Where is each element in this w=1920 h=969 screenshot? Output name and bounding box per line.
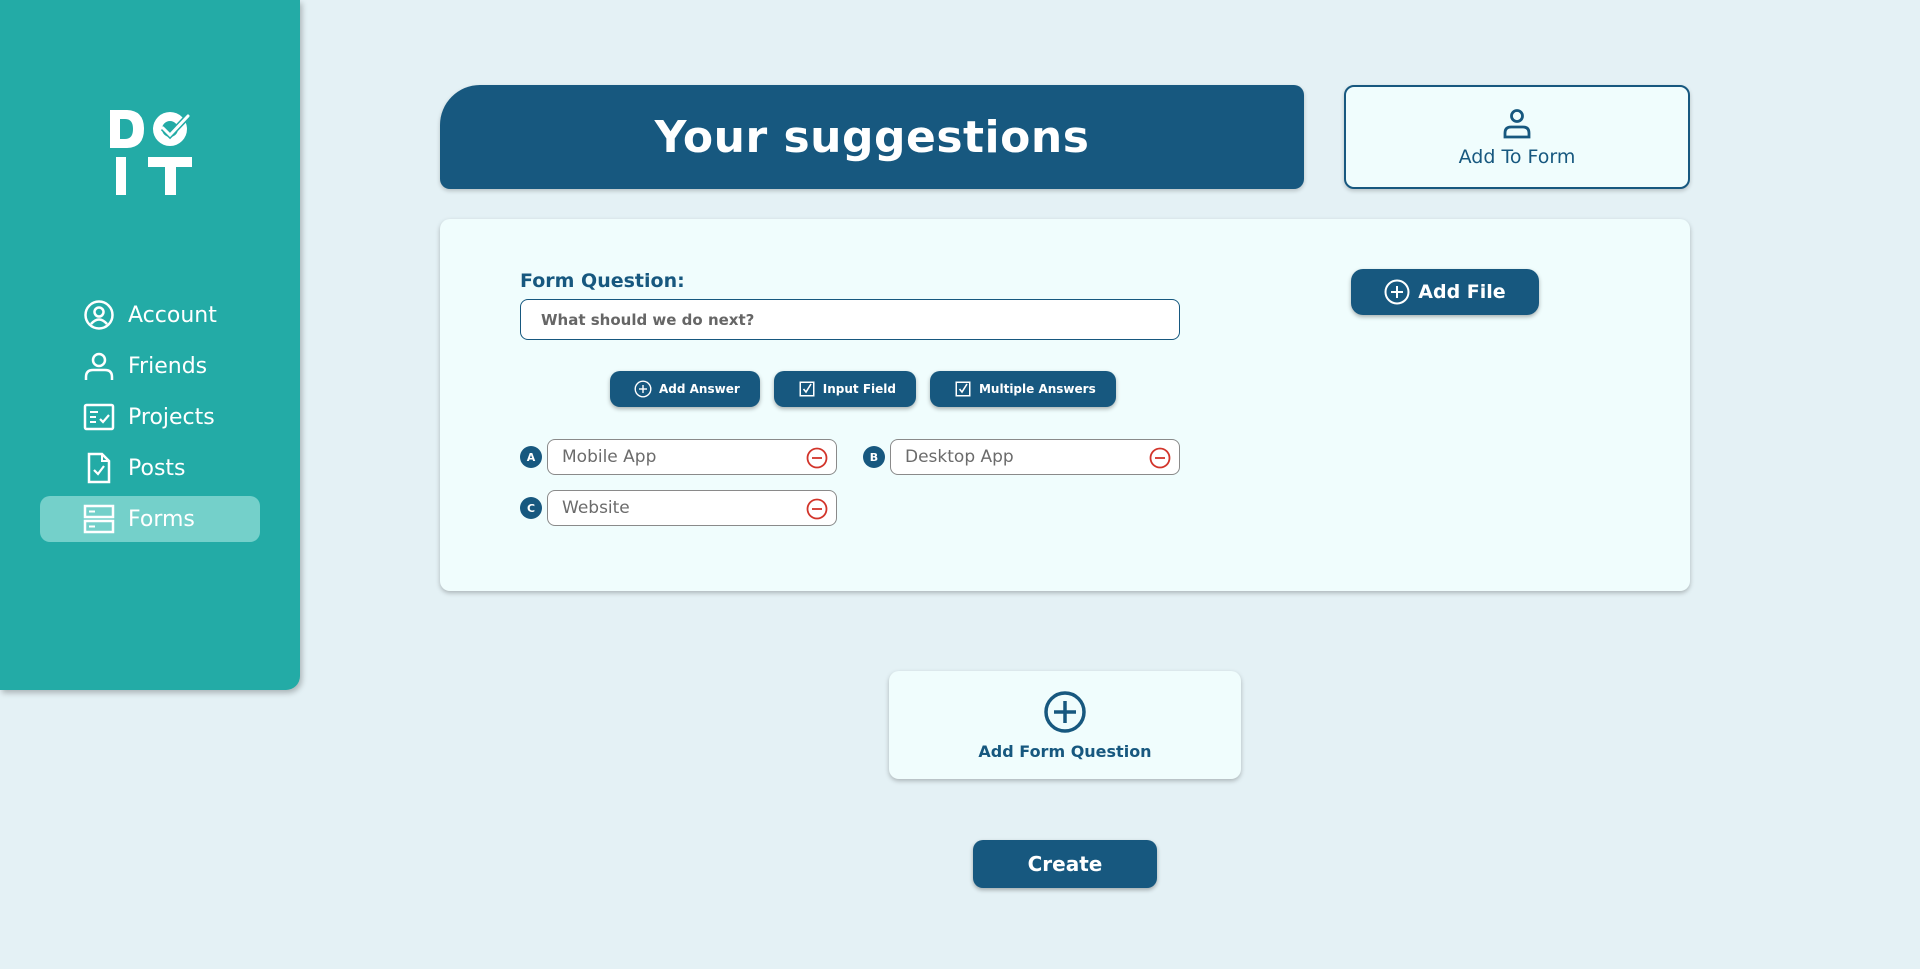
sidebar-item-forms[interactable]: Forms (40, 496, 260, 542)
multiple-answers-label: Multiple Answers (978, 382, 1096, 396)
add-answer-label: Add Answer (659, 382, 740, 396)
question-options: Add Answer Input Field Multiple Answers (610, 371, 1116, 407)
form-question-card: Form Question: Add Answer Input Field Mu… (440, 219, 1690, 591)
sidebar-item-account[interactable]: Account (40, 292, 260, 338)
answer-option: A Mobile App (520, 439, 837, 475)
sidebar-item-label: Account (128, 302, 217, 328)
add-to-form-label: Add To Form (1458, 146, 1576, 168)
add-form-question-label: Add Form Question (978, 741, 1152, 761)
sidebar-item-friends[interactable]: Friends (40, 343, 260, 389)
document-check-icon (83, 452, 115, 484)
sidebar-item-posts[interactable]: Posts (40, 445, 260, 491)
forms-icon (83, 503, 115, 535)
add-file-button[interactable]: Add File (1351, 269, 1539, 315)
person-icon (83, 350, 115, 382)
answer-value: Mobile App (562, 447, 657, 467)
add-form-question-button[interactable]: Add Form Question (889, 671, 1241, 779)
sidebar-nav: Account Friends Projects Posts Forms (40, 292, 260, 547)
sidebar: Account Friends Projects Posts Forms (0, 0, 300, 690)
add-answer-button[interactable]: Add Answer (610, 371, 760, 407)
sidebar-item-label: Projects (128, 404, 215, 430)
sidebar-item-label: Friends (128, 353, 208, 379)
answer-letter-badge: B (863, 446, 885, 468)
answer-option: C Website (520, 490, 837, 526)
input-field-label: Input Field (822, 382, 896, 396)
remove-answer-icon[interactable] (806, 498, 828, 520)
plus-circle-icon (634, 380, 652, 398)
answer-input[interactable]: Website (547, 490, 837, 526)
remove-answer-icon[interactable] (1149, 447, 1171, 469)
account-circle-icon (83, 299, 115, 331)
answer-letter-badge: A (520, 446, 542, 468)
create-button[interactable]: Create (973, 840, 1157, 888)
plus-circle-icon (1043, 690, 1087, 738)
answer-option: B Desktop App (863, 439, 1180, 475)
page-header: Your suggestions (440, 85, 1304, 189)
answer-value: Desktop App (905, 447, 1014, 467)
sidebar-item-label: Forms (128, 506, 195, 532)
add-to-form-button[interactable]: Add To Form (1344, 85, 1690, 189)
form-question-input[interactable] (520, 299, 1180, 340)
multiple-answers-toggle[interactable]: Multiple Answers (929, 371, 1116, 407)
answer-input[interactable]: Mobile App (547, 439, 837, 475)
remove-answer-icon[interactable] (806, 447, 828, 469)
checkbox-checked-icon (798, 380, 816, 398)
page-title: Your suggestions (654, 111, 1090, 163)
sidebar-item-label: Posts (128, 455, 186, 481)
answer-input[interactable]: Desktop App (890, 439, 1180, 475)
checklist-icon (83, 401, 115, 433)
input-field-toggle[interactable]: Input Field (773, 371, 916, 407)
answer-letter-badge: C (520, 497, 542, 519)
plus-circle-icon (1384, 279, 1410, 305)
person-icon (1500, 106, 1534, 144)
form-question-label: Form Question: (520, 270, 685, 292)
sidebar-item-projects[interactable]: Projects (40, 394, 260, 440)
logo (108, 108, 193, 198)
answer-value: Website (562, 498, 630, 518)
add-file-label: Add File (1418, 281, 1506, 303)
checkbox-checked-icon (954, 380, 972, 398)
